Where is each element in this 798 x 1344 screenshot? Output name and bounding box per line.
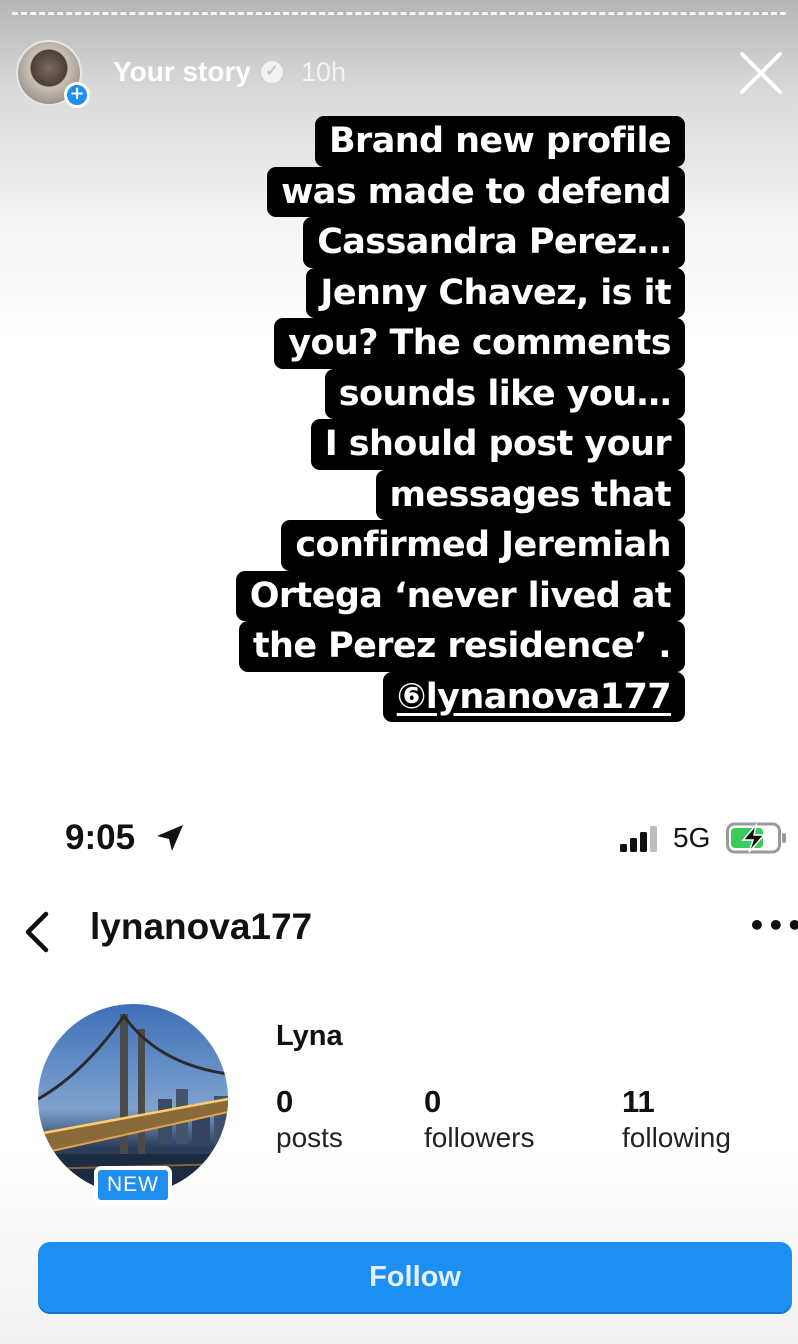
story-username[interactable]: Your story [113,56,251,88]
caption-line: I should post your [310,419,685,470]
new-badge: NEW [94,1166,172,1204]
caption-line: messages that [375,469,685,520]
profile-header: lynanova177 ••• [0,900,798,960]
verified-icon: ✓ [260,61,283,83]
stat-following[interactable]: 11 following [622,1084,731,1154]
stat-label: posts [276,1122,343,1153]
stat-value: 11 [622,1084,655,1119]
caption-line: Cassandra Perez… [303,217,685,268]
stat-value: 0 [276,1084,294,1119]
caption-line: you? The comments [274,318,685,369]
caption-line: the Perez residence’ . [238,621,685,672]
stat-posts[interactable]: 0 posts [276,1084,343,1154]
more-options-icon[interactable]: ••• [748,912,798,940]
mention-link[interactable]: ⑥lynanova177 [397,677,672,717]
stat-value: 0 [424,1084,442,1119]
follow-button[interactable]: Follow [38,1242,792,1312]
caption-line: Brand new profile [314,116,685,167]
stat-label: followers [424,1122,535,1153]
caption-line: sounds like you… [324,368,685,419]
network-type: 5G [673,822,711,853]
mention-line: ⑥lynanova177 [382,671,685,722]
back-chevron-icon[interactable] [22,910,52,954]
status-time: 9:05 [65,818,136,857]
stat-followers[interactable]: 0 followers [424,1084,534,1154]
caption-line: Ortega ‘never lived at [235,570,685,621]
profile-display-name: Lyna [276,1020,343,1052]
status-bar: 9:05 5G [0,818,798,858]
story-time: 10h [300,56,347,87]
cellular-signal-icon [620,826,657,852]
caption-line: confirmed Jeremiah [281,520,685,571]
story-caption: Brand new profile was made to defend Cas… [235,116,685,722]
close-icon[interactable] [738,50,784,96]
caption-line: Jenny Chavez, is it [306,267,685,318]
story-progress-bar [12,12,786,16]
story-viewer: + Your story ✓ 10h Brand new profile was… [0,0,798,1344]
profile-username: lynanova177 [90,906,313,947]
add-story-icon[interactable]: + [64,82,90,108]
stat-label: following [622,1122,731,1153]
story-header: + Your story ✓ 10h [16,40,788,110]
story-user: Your story ✓ 10h [113,56,346,88]
battery-charging-icon [726,822,786,854]
location-arrow-icon [157,825,183,851]
profile-screenshot: 9:05 5G lynanova177 ••• [0,760,798,1344]
caption-line: was made to defend [267,166,685,217]
